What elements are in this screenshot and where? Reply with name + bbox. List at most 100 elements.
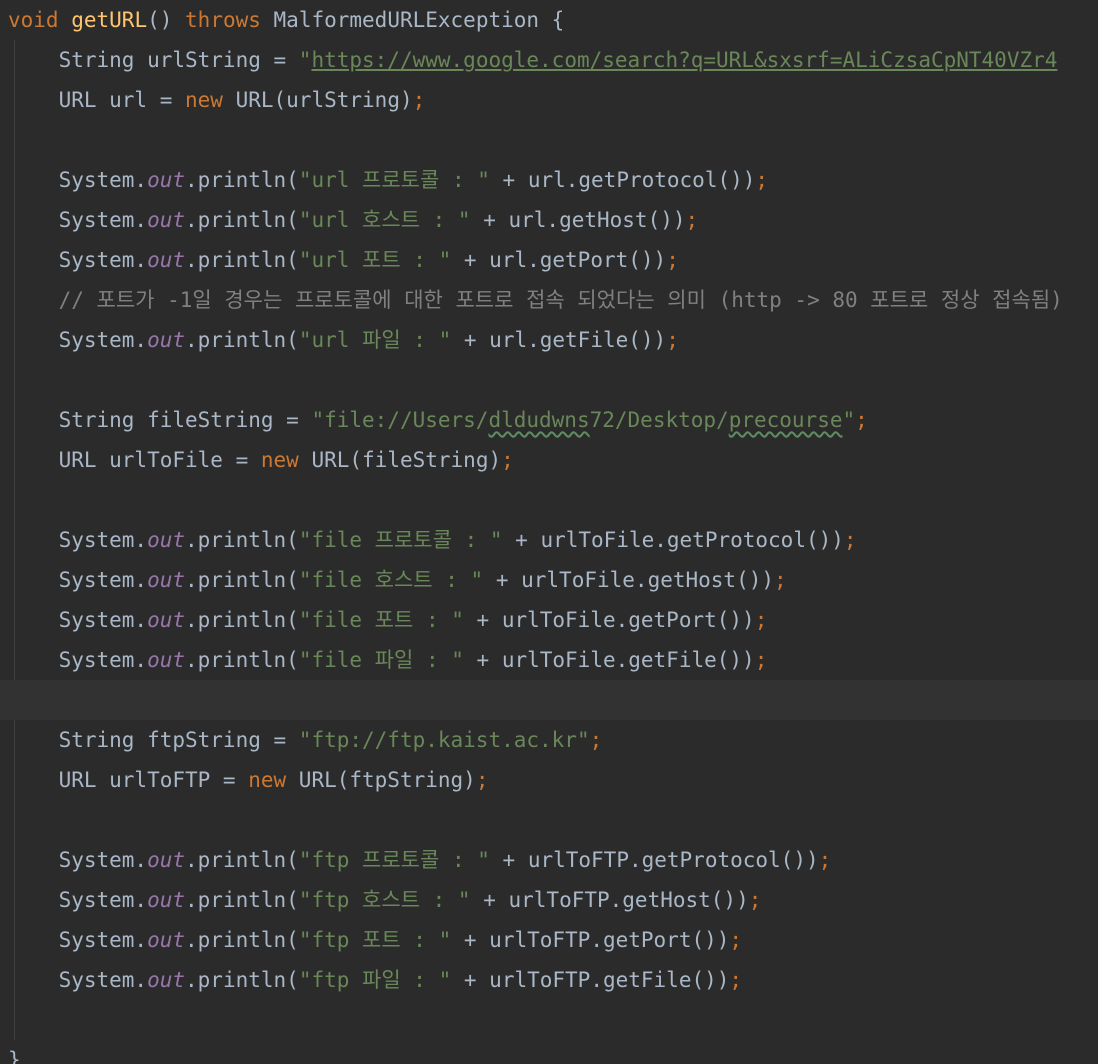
code-lines: void getURL() throws MalformedURLExcepti…	[0, 0, 1098, 1064]
code-line[interactable]: URL url = new URL(urlString);	[0, 80, 1098, 120]
code-line[interactable]: String urlString = "https://www.google.c…	[0, 40, 1098, 80]
code-token: + urlToFile.getFile())	[463, 648, 755, 672]
code-token: void	[8, 8, 59, 32]
code-token: URL urlToFile =	[8, 448, 261, 472]
code-line[interactable]: System.out.println("ftp 호스트 : " + urlToF…	[0, 880, 1098, 920]
code-line[interactable]: String ftpString = "ftp://ftp.kaist.ac.k…	[0, 720, 1098, 760]
code-token: "	[298, 48, 312, 72]
code-token: .println(	[185, 968, 299, 992]
code-token: String urlString =	[8, 48, 299, 72]
code-token: URL(urlString)	[222, 88, 413, 112]
code-token: ;	[748, 888, 762, 912]
code-token: System.	[8, 608, 148, 632]
code-token: URL(ftpString)	[286, 768, 476, 792]
code-line[interactable]: System.out.println("file 포트 : " + urlToF…	[0, 600, 1098, 640]
code-token: out	[147, 568, 186, 592]
code-token: "ftp 호스트 : "	[298, 888, 471, 912]
code-line[interactable]	[0, 360, 1098, 400]
code-editor[interactable]: void getURL() throws MalformedURLExcepti…	[0, 0, 1098, 1064]
code-line[interactable]: URL urlToFile = new URL(fileString);	[0, 440, 1098, 480]
code-token: .println(	[185, 528, 299, 552]
code-token: ;	[475, 768, 489, 792]
code-token: .println(	[185, 248, 299, 272]
code-token: System.	[8, 848, 148, 872]
code-token: throws	[185, 8, 261, 32]
code-token: + urlToFTP.getFile())	[451, 968, 730, 992]
code-token: System.	[8, 528, 148, 552]
code-line[interactable]: void getURL() throws MalformedURLExcepti…	[0, 0, 1098, 40]
code-token: "file 호스트 : "	[298, 568, 484, 592]
code-token: ;	[666, 248, 679, 272]
code-token: dldudwns	[488, 408, 590, 432]
code-line[interactable]	[0, 800, 1098, 840]
code-token: ;	[685, 208, 699, 232]
code-token: ()	[147, 8, 186, 32]
code-token: "ftp://ftp.kaist.ac.kr"	[298, 728, 590, 752]
code-token: .println(	[185, 888, 299, 912]
code-token: getURL	[71, 8, 148, 32]
code-line[interactable]: System.out.println("ftp 파일 : " + urlToFT…	[0, 960, 1098, 1000]
code-token: ;	[666, 328, 679, 352]
code-token: ;	[754, 608, 768, 632]
code-line[interactable]	[0, 1000, 1098, 1040]
code-token: out	[147, 248, 186, 272]
code-token: "file 프로토콜 : "	[298, 528, 503, 552]
code-line[interactable]: System.out.println("ftp 프로토콜 : " + urlTo…	[0, 840, 1098, 880]
code-token: .println(	[185, 328, 299, 352]
code-token: new	[185, 88, 223, 112]
code-token: 72/Desktop/	[589, 408, 729, 432]
code-token: out	[147, 328, 186, 352]
code-token: .println(	[185, 928, 299, 952]
code-token: "url 프로토콜 : "	[298, 168, 490, 192]
code-token: "file 파일 : "	[298, 648, 464, 672]
code-token: URL urlToFTP =	[8, 768, 249, 792]
code-token: out	[147, 208, 186, 232]
code-token: String fileString =	[8, 408, 312, 432]
code-token: URL(fileString)	[298, 448, 502, 472]
code-line[interactable]: System.out.println("url 호스트 : " + url.ge…	[0, 200, 1098, 240]
code-token: .println(	[185, 608, 299, 632]
code-line[interactable]	[0, 480, 1098, 520]
code-line[interactable]: String fileString = "file://Users/dldudw…	[0, 400, 1098, 440]
code-line[interactable]: URL urlToFTP = new URL(ftpString);	[0, 760, 1098, 800]
code-line[interactable]: System.out.println("file 호스트 : " + urlTo…	[0, 560, 1098, 600]
code-token: String ftpString =	[8, 728, 299, 752]
code-token: ;	[412, 88, 426, 112]
code-token: System.	[8, 568, 148, 592]
code-token: out	[147, 648, 186, 672]
code-token: "ftp 파일 : "	[298, 968, 452, 992]
code-token: .println(	[185, 848, 299, 872]
code-token: }	[8, 1048, 21, 1064]
code-token: .println(	[185, 168, 299, 192]
code-line[interactable]: System.out.println("file 프로토콜 : " + urlT…	[0, 520, 1098, 560]
code-line[interactable]: System.out.println("url 파일 : " + url.get…	[0, 320, 1098, 360]
code-token: .println(	[185, 648, 299, 672]
code-token: System.	[8, 208, 148, 232]
code-token: System.	[8, 648, 148, 672]
code-token: "ftp 프로토콜 : "	[298, 848, 490, 872]
code-token: MalformedURLException {	[260, 8, 565, 32]
code-token: out	[147, 888, 186, 912]
code-line[interactable]: System.out.println("url 포트 : " + url.get…	[0, 240, 1098, 280]
code-token: .println(	[185, 208, 299, 232]
code-line[interactable]: }	[0, 1040, 1098, 1064]
code-line[interactable]: System.out.println("ftp 포트 : " + urlToFT…	[0, 920, 1098, 960]
code-token: ;	[501, 448, 514, 472]
code-token: System.	[8, 168, 148, 192]
code-token: "url 호스트 : "	[298, 208, 471, 232]
code-token: ;	[755, 168, 769, 192]
code-token: + urlToFTP.getProtocol())	[489, 848, 819, 872]
code-line[interactable]: System.out.println("file 파일 : " + urlToF…	[0, 640, 1098, 680]
code-line[interactable]	[0, 680, 1098, 720]
code-token: ;	[843, 528, 857, 552]
code-line[interactable]: // 포트가 -1일 경우는 프로토콜에 대한 포트로 접속 되었다는 의미 (…	[0, 280, 1098, 320]
code-line[interactable]: System.out.println("url 프로토콜 : " + url.g…	[0, 160, 1098, 200]
code-line[interactable]	[0, 120, 1098, 160]
code-token: new	[248, 768, 287, 792]
code-token: // 포트가 -1일 경우는 프로토콜에 대한 포트로 접속 되었다는 의미 (…	[8, 288, 1063, 312]
code-token: ;	[754, 648, 768, 672]
code-token: .println(	[185, 568, 299, 592]
code-token: ;	[589, 728, 603, 752]
code-token: + url.getFile())	[451, 328, 667, 352]
code-token: "file://Users/	[311, 408, 489, 432]
